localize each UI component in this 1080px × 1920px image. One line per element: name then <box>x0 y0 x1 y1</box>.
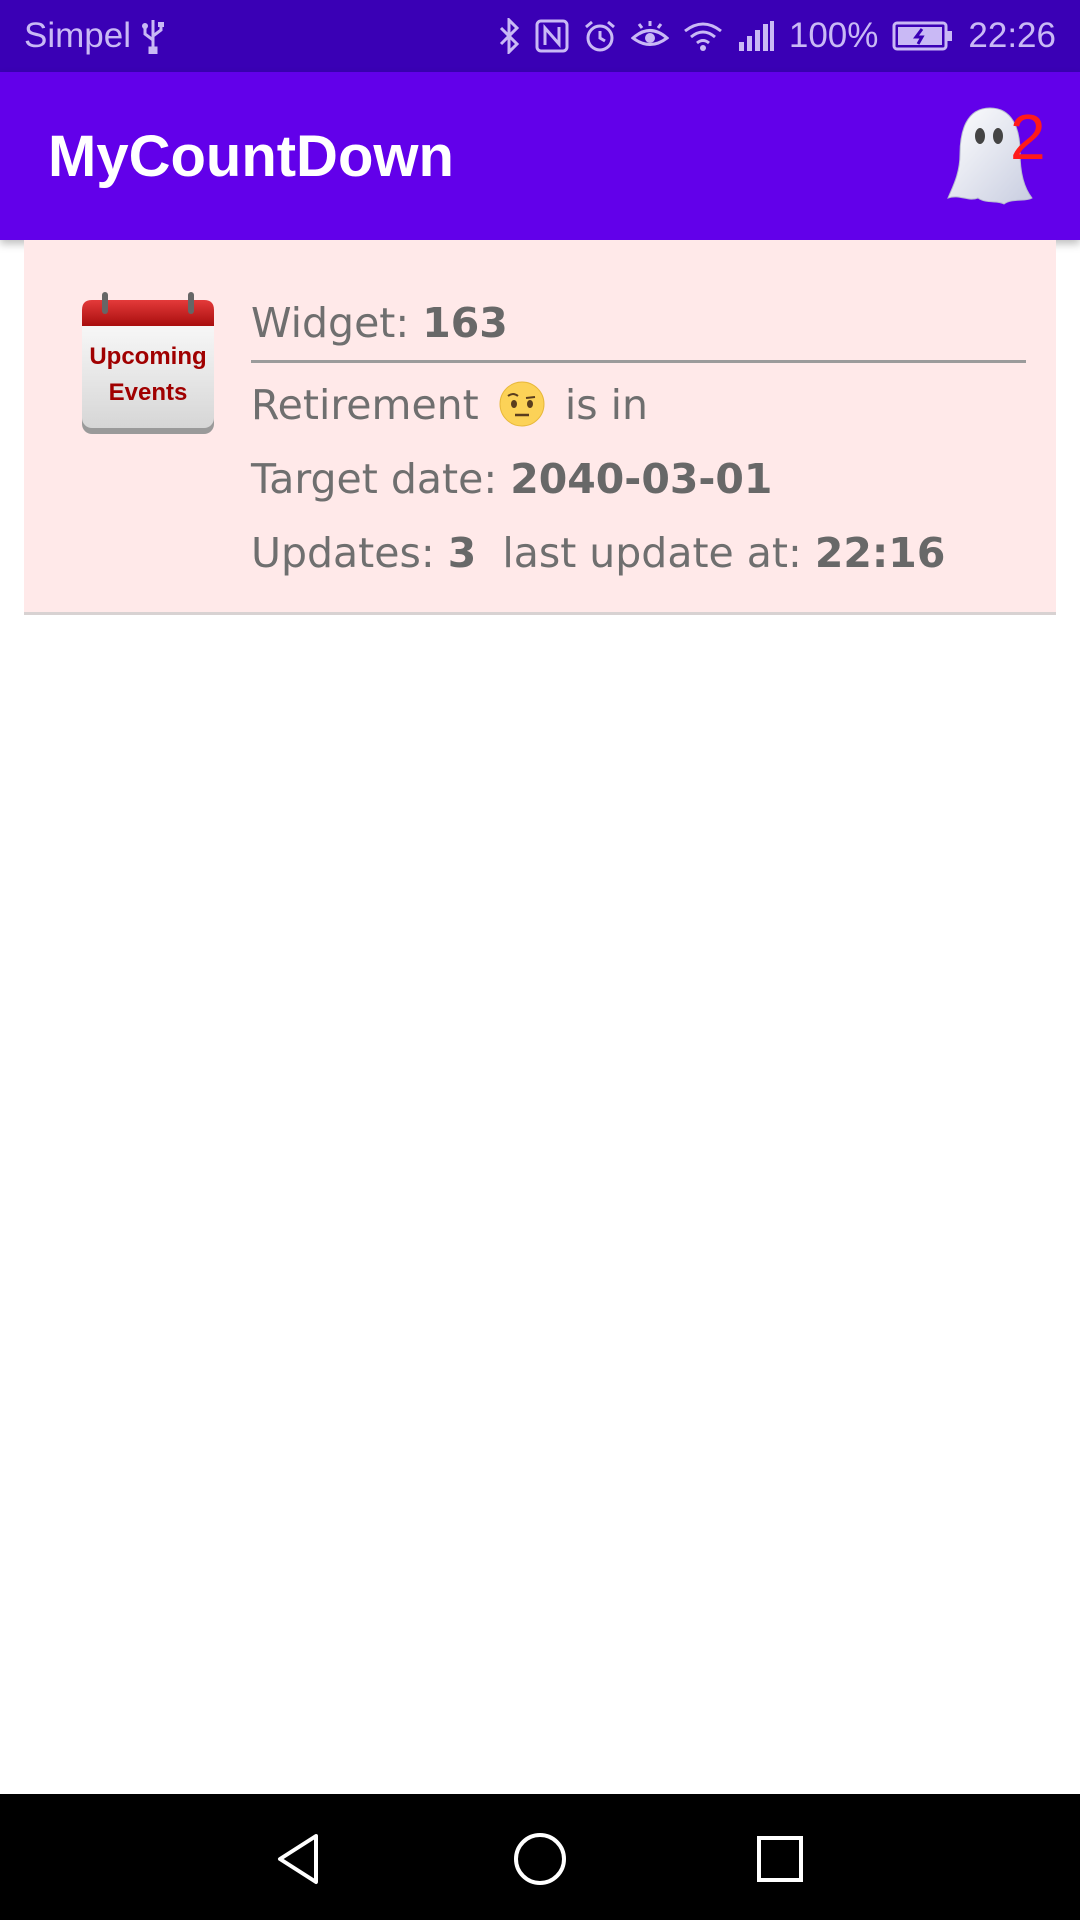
raised-eyebrow-emoji-icon <box>498 380 546 428</box>
calendar-label-line1: Upcoming <box>89 343 206 370</box>
calendar-label-line2: Events <box>109 379 188 406</box>
ghost-button[interactable]: 2 <box>946 101 1066 222</box>
event-card[interactable]: Upcoming Events Widget: 163 Retirement i… <box>24 240 1056 615</box>
updates-count: 3 <box>447 529 477 577</box>
updates-label: Updates: <box>251 529 448 577</box>
alarm-icon <box>583 16 617 56</box>
last-update-time: 22:16 <box>814 529 946 577</box>
recents-icon[interactable] <box>745 1824 815 1894</box>
widget-line: Widget: 163 <box>251 298 1026 363</box>
bluetooth-icon <box>499 16 521 56</box>
updates-line: Updates: 3 last update at: 22:16 <box>251 523 1026 583</box>
target-date-line: Target date: 2040-03-01 <box>251 449 1026 509</box>
app-title: MyCountDown <box>48 124 454 189</box>
event-details: Widget: 163 Retirement is in Target date… <box>251 298 1026 583</box>
signal-icon <box>737 16 775 56</box>
back-icon[interactable] <box>264 1824 334 1894</box>
clock: 22:26 <box>968 16 1056 55</box>
last-update-label: last update at: <box>502 529 815 577</box>
target-date: 2040-03-01 <box>510 455 773 503</box>
home-icon[interactable] <box>505 1824 575 1894</box>
navigation-bar <box>0 1794 1080 1920</box>
app-bar: MyCountDown 2 <box>0 72 1080 240</box>
ghost-count-badge: 2 <box>1010 101 1046 173</box>
wifi-icon <box>683 16 723 56</box>
usb-icon <box>141 16 165 56</box>
is-in-text: is in <box>564 381 649 429</box>
battery-percent: 100% <box>788 16 879 55</box>
calendar-icon: Upcoming Events <box>78 292 218 438</box>
widget-label: Widget: <box>251 299 423 347</box>
carrier-name: Simpel <box>24 16 131 55</box>
widget-id: 163 <box>422 299 508 347</box>
event-name-line: Retirement is in <box>251 375 1026 435</box>
target-label: Target date: <box>251 455 511 503</box>
event-name: Retirement <box>251 381 479 429</box>
eye-comfort-icon <box>630 16 669 56</box>
nfc-icon <box>535 16 569 56</box>
battery-charging-icon <box>892 16 954 56</box>
status-bar: Simpel 100% 22:26 <box>0 0 1080 72</box>
